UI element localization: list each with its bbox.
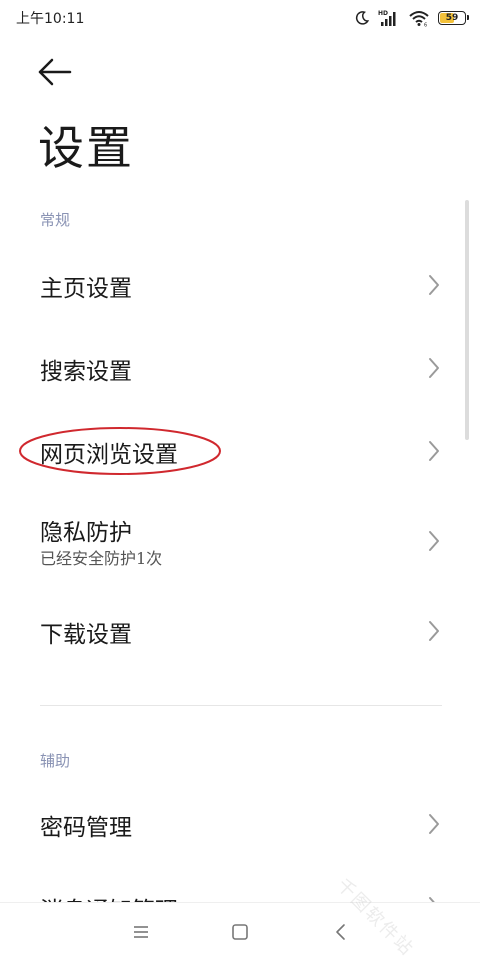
item-label: 隐私防护 [40,513,132,547]
menu-item-home-settings[interactable]: 主页设置 [0,254,480,316]
chevron-right-icon [428,440,440,462]
moon-icon [354,10,370,26]
back-button[interactable] [30,52,76,92]
menu-button[interactable] [130,921,152,943]
item-label: 密码管理 [40,808,132,842]
item-label: 主页设置 [40,269,132,303]
arrow-left-icon [30,52,76,92]
section-header-general: 常规 [40,209,70,230]
wifi-icon: 6 [408,9,430,27]
chevron-right-icon [428,813,440,835]
battery-level: 59 [446,14,459,23]
battery-icon: 59 [438,11,466,25]
chevron-right-icon [428,530,440,552]
status-bar: 上午10:11 HD 6 [0,0,480,36]
menu-item-search-settings[interactable]: 搜索设置 [0,337,480,399]
section-divider [40,705,442,706]
item-label: 搜索设置 [40,352,132,386]
chevron-right-icon [428,357,440,379]
page-title: 设置 [38,112,134,178]
battery-tip [467,15,469,20]
home-square-icon [229,921,251,943]
navigation-bar [0,902,480,961]
svg-text:HD: HD [378,10,388,17]
status-time: 上午10:11 [16,8,84,28]
signal-hd-icon: HD [378,9,400,27]
item-label: 网页浏览设置 [40,435,178,469]
svg-text:6: 6 [424,23,427,28]
chevron-right-icon [428,620,440,642]
chevron-right-icon [428,274,440,296]
menu-item-browsing-settings[interactable]: 网页浏览设置 [0,420,480,482]
back-chevron-icon [330,921,352,943]
menu-item-privacy-protection[interactable]: 隐私防护 已经安全防护1次 [0,505,480,577]
item-subtitle: 已经安全防护1次 [40,545,162,569]
menu-item-download-settings[interactable]: 下载设置 [0,600,480,662]
home-button[interactable] [229,921,251,943]
menu-icon [130,921,152,943]
menu-item-password-management[interactable]: 密码管理 [0,793,480,855]
nav-back-button[interactable] [330,921,352,943]
scrollbar-thumb[interactable] [465,200,469,440]
status-icons: HD 6 59 [354,7,466,29]
section-header-assist: 辅助 [40,750,70,771]
item-label: 下载设置 [40,615,132,649]
